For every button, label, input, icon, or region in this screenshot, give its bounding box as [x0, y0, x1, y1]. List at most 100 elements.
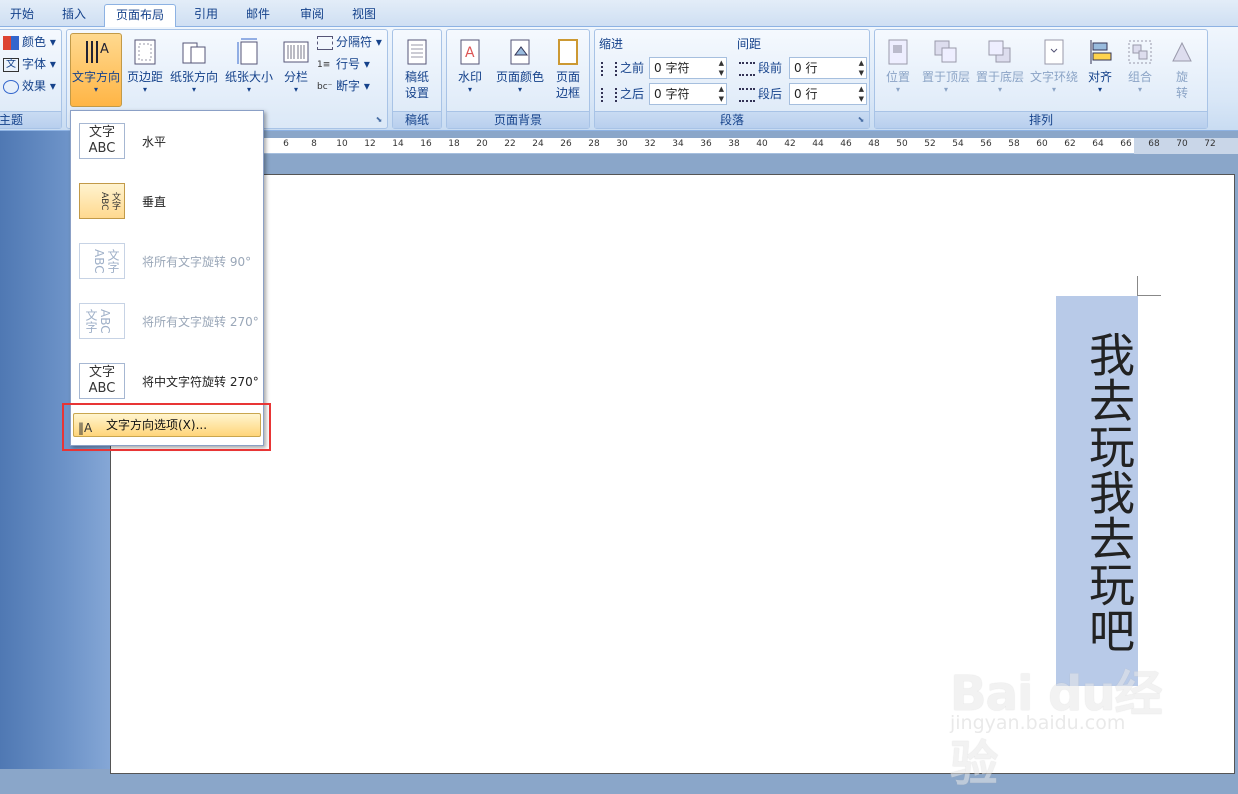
ruler-tick-label: 38 [728, 139, 740, 149]
spinner-arrows-icon[interactable]: ▲ ▼ [859, 84, 864, 104]
ruler-tick-label: 20 [476, 139, 488, 149]
space-before-label: 段前 [739, 58, 782, 78]
horizontal-ruler[interactable]: 8 68 10 12 14 16 18 20 22 24 26 28 30 32 34 36 38 40 42 44 4… [110, 138, 1238, 154]
ruler-tick-label: 40 [756, 139, 768, 149]
tab-mailings[interactable]: 邮件 [236, 4, 280, 27]
margins-icon [134, 39, 156, 65]
hyphenation-button[interactable]: bc⁻ 断字 ▾ [317, 76, 370, 96]
ruler-tick-label: 68 [1148, 139, 1160, 149]
ruler-tick-label: 62 [1064, 139, 1076, 149]
manuscript-settings-button[interactable]: 稿纸 设置 [396, 33, 438, 107]
page-color-button[interactable]: 页面颜色 ▾ [492, 33, 548, 107]
columns-button[interactable]: 分栏 ▾ [278, 33, 314, 107]
rotate-chinese-text-icon: 文字 ABC [79, 363, 125, 399]
margins-button[interactable]: 页边距 ▾ [124, 33, 166, 107]
breaks-button[interactable]: 分隔符 ▾ [317, 32, 382, 52]
highlight-annotation-box [62, 403, 271, 451]
ruler-tick-label: 16 [420, 139, 432, 149]
position-icon [888, 39, 908, 65]
group-button[interactable]: 组合 ▾ [1120, 33, 1160, 107]
line-numbers-button[interactable]: 1≡ 行号 ▾ [317, 54, 370, 74]
space-before-field[interactable]: 0 行 ▲ ▼ [789, 57, 867, 79]
themes-group: 颜色 ▾ 文字体 ▾ 效果 ▾ 主题 [0, 29, 62, 129]
watermark-button[interactable]: A 水印 ▾ [450, 33, 490, 107]
tab-home[interactable]: 开始 [2, 4, 42, 27]
hyphenation-icon: bc⁻ [317, 81, 333, 92]
ruler-tick-label: 52 [924, 139, 936, 149]
indent-label: 缩进 [599, 37, 624, 51]
align-button[interactable]: 对齐 ▾ [1082, 33, 1118, 107]
paint-bucket-icon [510, 39, 530, 65]
menu-item-rotate-270[interactable]: 文字ABC 将所有文字旋转 270° [74, 293, 260, 349]
tab-page-layout[interactable]: 页面布局 [104, 4, 176, 27]
ruler-tick-label: 66 [1120, 139, 1132, 149]
ruler-tick-label: 46 [840, 139, 852, 149]
ruler-tick-label: 22 [504, 139, 516, 149]
tab-review[interactable]: 审阅 [290, 4, 334, 27]
space-after-field[interactable]: 0 行 ▲ ▼ [789, 83, 867, 105]
watermark-url: jingyan.baidu.com [950, 712, 1126, 734]
spinner-arrows-icon[interactable]: ▲ ▼ [859, 58, 864, 78]
text-wrap-icon [1044, 39, 1064, 65]
ruler-tick-label: 56 [980, 139, 992, 149]
themes-group-label: 主题 [0, 111, 61, 128]
columns-icon [283, 41, 309, 63]
indent-after-field[interactable]: 0 字符 ▲ ▼ [649, 83, 727, 105]
ruler-tick-label: 14 [392, 139, 404, 149]
paragraph-group: 缩进 间距 之前 0 字符 ▲ ▼ 之后 0 字符 ▲ ▼ 段前 0 行 ▲ ▼ 段后 0 … [594, 29, 870, 129]
page-setup-launcher-icon[interactable]: ⬊ [374, 115, 384, 125]
align-icon [1090, 40, 1112, 64]
ruler-tick-label: 34 [672, 139, 684, 149]
breaks-icon [317, 35, 333, 50]
position-button[interactable]: 位置 ▾ [878, 33, 918, 107]
rotate-270-text-icon: 文字ABC [79, 303, 125, 339]
menu-item-rotate-90[interactable]: 文字ABC 将所有文字旋转 90° [74, 233, 260, 289]
tab-insert[interactable]: 插入 [52, 4, 96, 27]
ruler-tick-label: 50 [896, 139, 908, 149]
theme-fonts-button[interactable]: 文字体 ▾ [3, 54, 56, 74]
theme-colors-button[interactable]: 颜色 ▾ [3, 32, 56, 52]
indent-right-icon [601, 87, 617, 102]
spinner-arrows-icon[interactable]: ▲ ▼ [719, 84, 724, 104]
ruler-tick-label: 32 [644, 139, 656, 149]
orientation-icon [182, 42, 206, 64]
paper-size-button[interactable]: 纸张大小 ▾ [222, 33, 276, 107]
watermark-icon: A [460, 39, 480, 65]
page-border-icon [558, 39, 578, 65]
send-to-back-button[interactable]: 置于底层 ▾ [974, 33, 1026, 107]
ruler-tick-label: 18 [448, 139, 460, 149]
theme-effects-button[interactable]: 效果 ▾ [3, 76, 56, 96]
menu-item-rotate-chinese-270[interactable]: 文字 ABC 将中文字符旋转 270° [74, 353, 260, 409]
ruler-tick-label: 8 [311, 139, 317, 149]
indent-before-label: 之前 [601, 58, 644, 78]
indent-before-field[interactable]: 0 字符 ▲ ▼ [649, 57, 727, 79]
ruler-tick-label: 54 [952, 139, 964, 149]
ruler-tick-label: 24 [532, 139, 544, 149]
orientation-button[interactable]: 纸张方向 ▾ [168, 33, 220, 107]
spacing-label: 间距 [737, 37, 762, 51]
svg-text:A: A [465, 45, 475, 61]
paragraph-launcher-icon[interactable]: ⬊ [856, 115, 866, 125]
ruler-tick-label: 28 [588, 139, 600, 149]
indent-left-icon [601, 61, 617, 76]
ruler-tick-label: 70 [1176, 139, 1188, 149]
menu-item-vertical[interactable]: 文字ABC 垂直 [74, 173, 260, 229]
paper-size-icon [237, 38, 258, 65]
tab-references[interactable]: 引用 [184, 4, 228, 27]
arrange-group-label: 排列 [875, 111, 1207, 128]
menu-item-horizontal[interactable]: 文字 ABC 水平 [74, 113, 260, 169]
ruler-tick-label: 42 [784, 139, 796, 149]
text-wrap-button[interactable]: 文字环绕 ▾ [1028, 33, 1080, 107]
bring-to-front-button[interactable]: 置于顶层 ▾ [920, 33, 972, 107]
indent-after-label: 之后 [601, 84, 644, 104]
page-borders-button[interactable]: 页面 边框 [550, 33, 586, 107]
vertical-text-icon: 文字ABC [79, 183, 125, 219]
rotate-button[interactable]: 旋 转 [1162, 33, 1202, 107]
tab-view[interactable]: 视图 [342, 4, 386, 27]
ruler-tick-label: 72 [1204, 139, 1216, 149]
spinner-arrows-icon[interactable]: ▲ ▼ [719, 58, 724, 78]
line-numbers-icon: 1≡ [317, 59, 331, 70]
vertical-selected-text[interactable]: 我去玩我去玩吧 [1056, 296, 1138, 686]
manuscript-icon [407, 39, 427, 65]
text-direction-button[interactable]: A 文字方向 ▾ [70, 33, 122, 107]
